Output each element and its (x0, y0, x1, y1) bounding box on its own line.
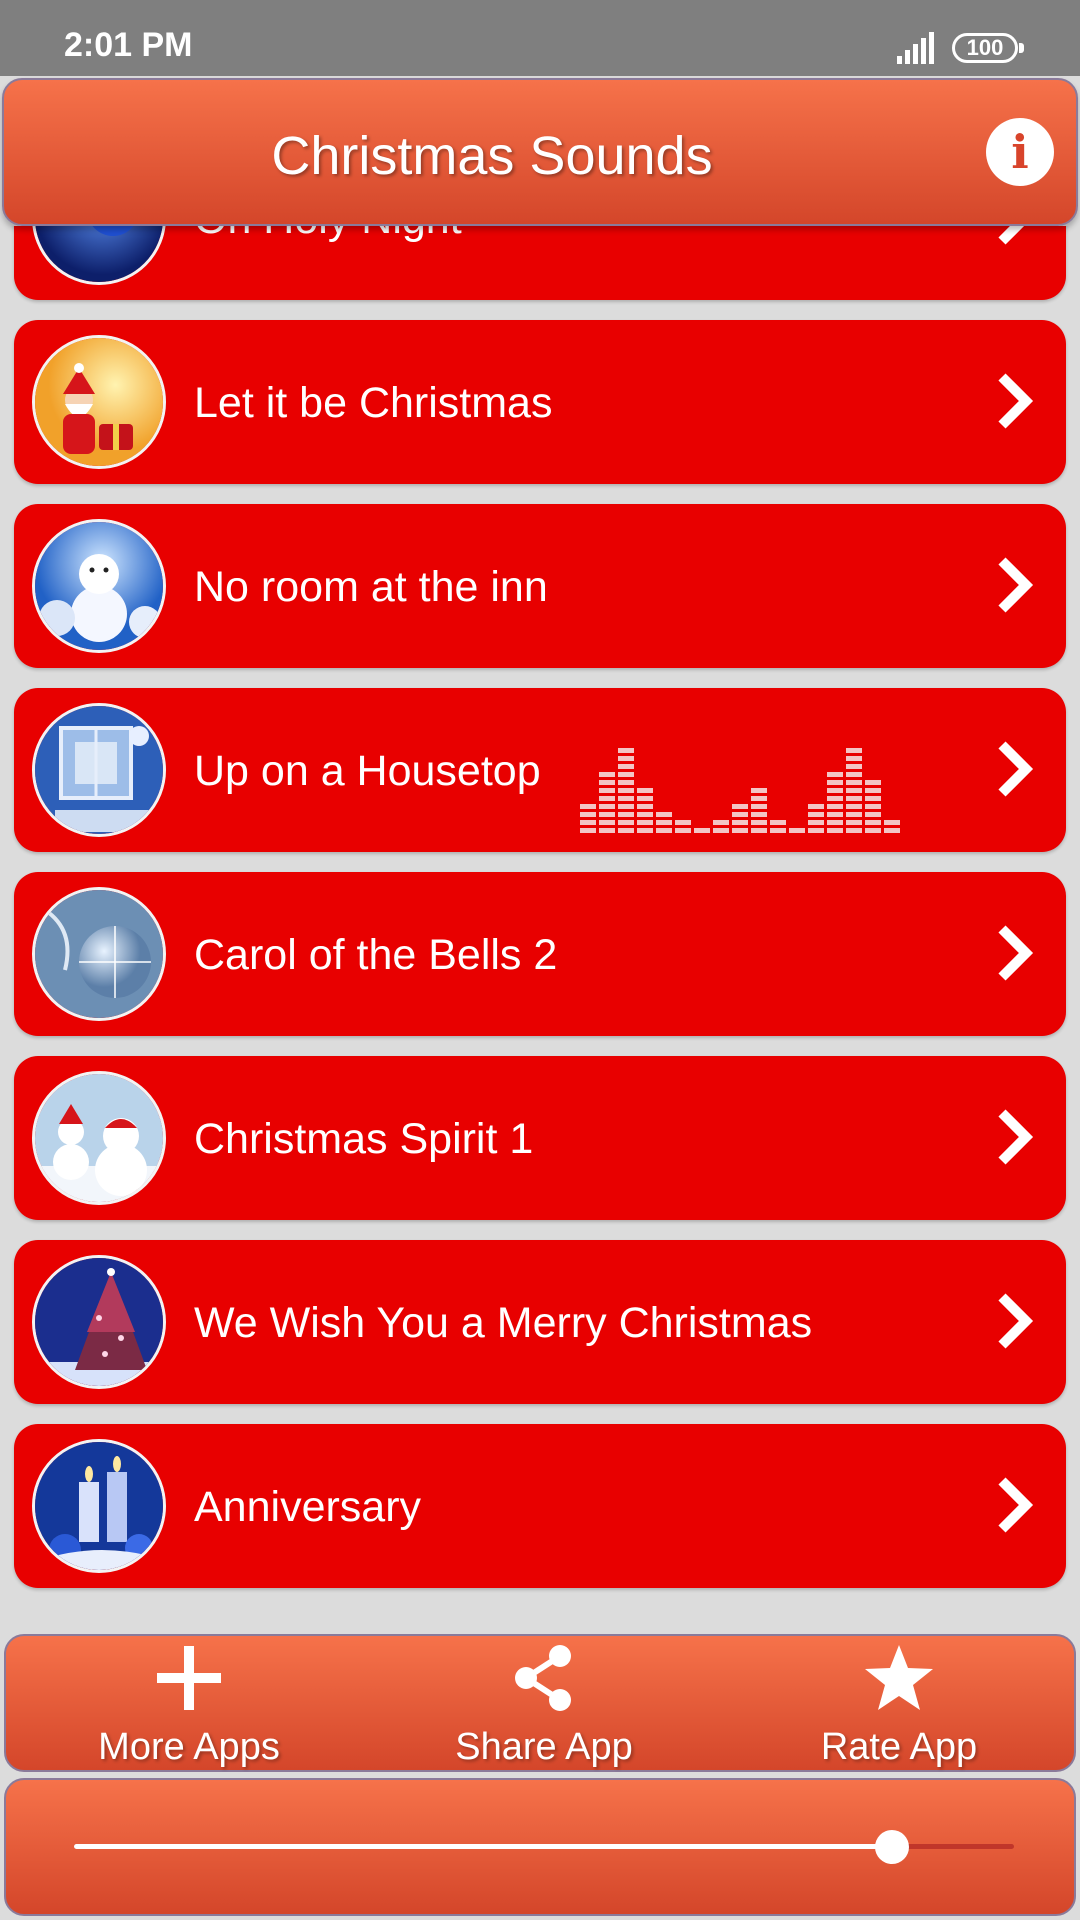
song-title: Up on a Housetop (194, 747, 541, 795)
share-app-label: Share App (455, 1726, 633, 1768)
song-title: Anniversary (194, 1483, 422, 1531)
chevron-right-icon (998, 1293, 1034, 1349)
list-item[interactable]: Carol of the Bells 2 (14, 872, 1066, 1036)
song-thumbnail (32, 1439, 166, 1573)
song-title: Let it be Christmas (194, 379, 553, 427)
song-title: No room at the inn (194, 563, 548, 611)
list-item[interactable]: Anniversary (14, 1424, 1066, 1588)
plus-icon (157, 1646, 221, 1710)
list-item[interactable]: Up on a Housetop (14, 688, 1066, 852)
share-icon (515, 1645, 571, 1711)
battery-icon: 100 (952, 33, 1024, 63)
app-title: Christmas Sounds (271, 126, 713, 186)
song-thumbnail (32, 519, 166, 653)
status-time: 2:01 PM (64, 26, 193, 64)
list-item[interactable]: We Wish You a Merry Christmas (14, 1240, 1066, 1404)
signal-icon (897, 32, 934, 64)
info-icon[interactable]: i (986, 118, 1054, 186)
rate-app-label: Rate App (820, 1726, 978, 1768)
rate-app-button[interactable]: Rate App (759, 1636, 1039, 1770)
chevron-right-icon (998, 925, 1034, 981)
star-icon (865, 1645, 933, 1710)
chevron-right-icon (998, 557, 1034, 613)
song-title: Carol of the Bells 2 (194, 931, 558, 979)
chevron-right-icon (998, 1477, 1034, 1533)
share-app-button[interactable]: Share App (404, 1636, 684, 1770)
list-item[interactable]: No room at the inn (14, 504, 1066, 668)
song-thumbnail (32, 703, 166, 837)
seek-progress (74, 1844, 892, 1849)
status-bar: 2:01 PM 100 (0, 0, 1080, 76)
song-thumbnail (32, 1255, 166, 1389)
chevron-right-icon (998, 373, 1034, 429)
bottom-action-bar: More Apps Share App Rate App (4, 1634, 1076, 1772)
song-title: Oh Holy Night (194, 226, 462, 244)
more-apps-label: More Apps (98, 1726, 280, 1768)
seek-thumb[interactable] (874, 1830, 909, 1864)
song-thumbnail (32, 1071, 166, 1205)
list-item[interactable]: Oh Holy Night (14, 226, 1066, 300)
chevron-right-icon (998, 226, 1025, 245)
song-thumbnail (32, 887, 166, 1021)
seek-bar[interactable] (74, 1830, 1014, 1864)
chevron-right-icon (998, 1109, 1034, 1165)
song-thumbnail (32, 226, 166, 285)
list-item[interactable]: Let it be Christmas (14, 320, 1066, 484)
song-thumbnail (32, 335, 166, 469)
more-apps-button[interactable]: More Apps (49, 1636, 329, 1770)
app-bar: Christmas Sounds i (2, 78, 1078, 226)
song-title: We Wish You a Merry Christmas (194, 1299, 813, 1347)
sound-list[interactable]: Oh Holy Night Let it be Christmas No roo… (0, 226, 1080, 1632)
chevron-right-icon (998, 741, 1034, 797)
song-title: Christmas Spirit 1 (194, 1115, 534, 1163)
equalizer-icon (580, 748, 900, 833)
player-bar (4, 1778, 1076, 1916)
list-item[interactable]: Christmas Spirit 1 (14, 1056, 1066, 1220)
